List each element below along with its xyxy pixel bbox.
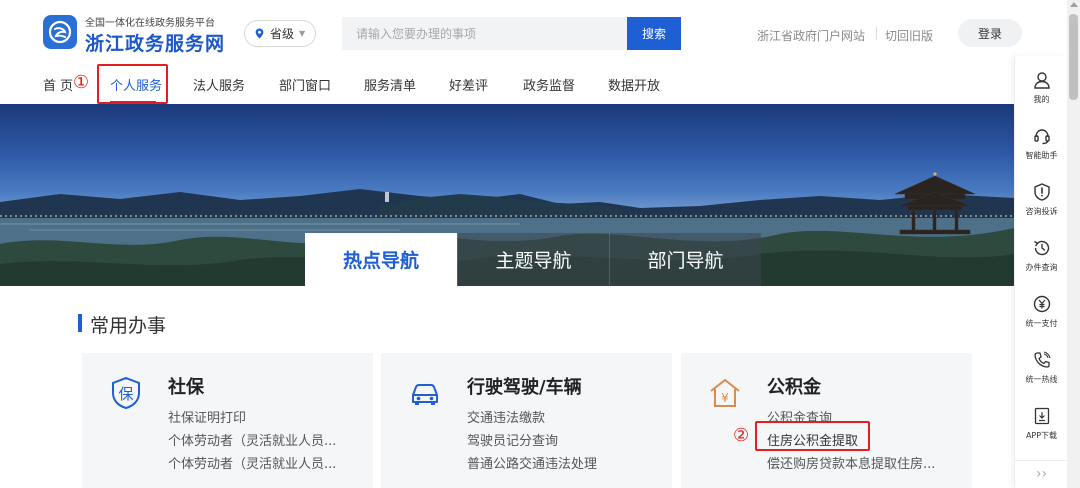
right-toolbar: 我的 智能助手 咨询投诉 办件查询 统一支付 统一热线 APP下载 ›› — [1014, 56, 1068, 488]
sidebar-item-label: 统一热线 — [1025, 375, 1058, 384]
section-title-common-services: 常用办事 — [90, 315, 167, 337]
sidebar-item-label: 办件查询 — [1025, 263, 1058, 272]
svg-text:保: 保 — [118, 385, 133, 403]
car-icon — [412, 384, 438, 405]
sidebar-item-label: APP下载 — [1025, 431, 1058, 440]
sidebar-item-label: 智能助手 — [1025, 151, 1058, 160]
user-icon — [1033, 72, 1050, 89]
header: 全国一体化在线政务服务平台 浙江政务服务网 省级 ▼ 搜索 浙江省政府门户网站 … — [0, 0, 1080, 64]
service-card-driving-vehicle: 行驶驾驶/车辆 交通违法缴款 驾驶员记分查询 普通公路交通违法处理 — [381, 353, 672, 488]
annotation-step-2: ② — [733, 425, 750, 446]
search-button[interactable]: 搜索 — [627, 17, 681, 50]
card-title[interactable]: 公积金 — [767, 373, 821, 399]
nav-item-ratings[interactable]: 好差评 — [449, 75, 488, 94]
phone-icon — [1033, 351, 1051, 368]
old-version-link[interactable]: 切回旧版 — [885, 27, 933, 44]
banner-nav-tabs: 热点导航 主题导航 部门导航 — [305, 233, 761, 286]
tab-department-navigation[interactable]: 部门导航 — [609, 233, 761, 286]
nav-item-service-list[interactable]: 服务清单 — [364, 75, 416, 94]
sidebar-item-label: 统一支付 — [1025, 319, 1058, 328]
portal-link[interactable]: 浙江省政府门户网站 — [757, 27, 865, 44]
sidebar-item-label: 我的 — [1033, 95, 1050, 104]
card-link[interactable]: 驾驶员记分查询 — [467, 430, 558, 449]
sidebar-item-label: 咨询投诉 — [1025, 207, 1058, 216]
yuan-icon — [1033, 295, 1050, 313]
scroll-up-arrow-icon[interactable] — [1070, 2, 1078, 7]
svg-text:¥: ¥ — [721, 391, 729, 405]
site-logo[interactable] — [43, 15, 77, 49]
sidebar-collapse-button[interactable]: ›› — [1015, 460, 1068, 488]
platform-subtitle: 全国一体化在线政务服务平台 — [85, 18, 215, 29]
location-pin-icon — [255, 28, 264, 39]
annotation-step-1: ① — [73, 72, 90, 93]
login-button[interactable]: 登录 — [958, 19, 1022, 47]
card-link[interactable]: 个体劳动者（灵活就业人员... — [168, 453, 336, 472]
service-card-social-security: 保 社保 社保证明打印 个体劳动者（灵活就业人员... 个体劳动者（灵活就业人员… — [82, 353, 373, 488]
card-link[interactable]: 普通公路交通违法处理 — [467, 453, 597, 472]
sidebar-item-smart-assistant[interactable]: 智能助手 — [1015, 118, 1068, 174]
site-title[interactable]: 浙江政务服务网 — [85, 29, 225, 56]
download-icon — [1034, 407, 1049, 425]
house-yuan-icon: ¥ — [710, 379, 740, 407]
tab-hot-navigation[interactable]: 热点导航 — [305, 233, 457, 286]
nav-item-legal-person-services[interactable]: 法人服务 — [193, 75, 245, 94]
nav-item-supervision[interactable]: 政务监督 — [523, 75, 575, 94]
alert-icon — [1033, 183, 1050, 201]
region-selector[interactable]: 省级 ▼ — [244, 20, 316, 47]
sidebar-item-unified-hotline[interactable]: 统一热线 — [1015, 342, 1068, 398]
tab-topic-navigation[interactable]: 主题导航 — [457, 233, 609, 286]
sidebar-item-app-download[interactable]: APP下载 — [1015, 398, 1068, 454]
card-link[interactable]: 偿还购房贷款本息提取住房... — [767, 453, 935, 472]
logo-icon — [48, 20, 72, 44]
search-input[interactable] — [342, 17, 628, 50]
sidebar-item-consult-complaint[interactable]: 咨询投诉 — [1015, 174, 1068, 230]
headset-icon — [1033, 129, 1050, 145]
section-accent-bar — [78, 314, 82, 332]
annotation-box-step-2 — [755, 421, 870, 451]
card-link[interactable]: 社保证明打印 — [168, 407, 246, 426]
card-title[interactable]: 行驶驾驶/车辆 — [467, 373, 582, 399]
shield-bao-icon: 保 — [112, 376, 140, 410]
sidebar-item-unified-payment[interactable]: 统一支付 — [1015, 286, 1068, 342]
sidebar-item-mine[interactable]: 我的 — [1015, 62, 1068, 118]
caret-down-icon: ▼ — [299, 29, 306, 38]
nav-item-home[interactable]: 首 页 — [43, 75, 73, 94]
card-link[interactable]: 个体劳动者（灵活就业人员... — [168, 430, 336, 449]
history-icon — [1033, 240, 1049, 256]
region-label: 省级 — [270, 27, 295, 41]
scrollbar-thumb[interactable] — [1069, 14, 1078, 100]
card-title[interactable]: 社保 — [168, 373, 204, 399]
page: 全国一体化在线政务服务平台 浙江政务服务网 省级 ▼ 搜索 浙江省政府门户网站 … — [0, 0, 1080, 488]
nav-item-open-data[interactable]: 数据开放 — [608, 75, 660, 94]
card-link[interactable]: 交通违法缴款 — [467, 407, 545, 426]
annotation-box-step-1 — [97, 64, 168, 104]
link-divider — [876, 27, 877, 40]
nav-item-department-window[interactable]: 部门窗口 — [279, 75, 331, 94]
sidebar-item-case-query[interactable]: 办件查询 — [1015, 230, 1068, 286]
